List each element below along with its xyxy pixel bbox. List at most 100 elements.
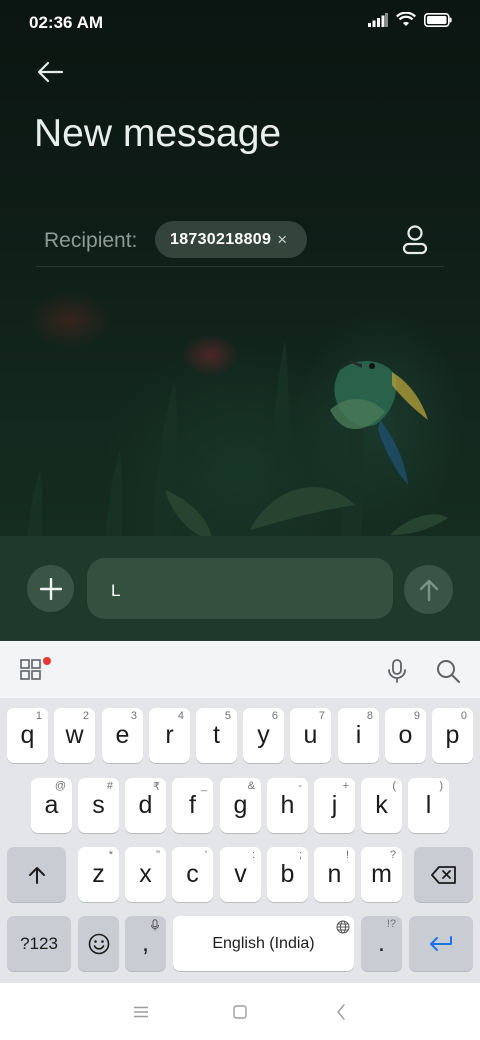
chip-close-icon[interactable]: × [277, 231, 287, 248]
enter-icon [430, 935, 452, 951]
contact-picker-button[interactable] [400, 224, 430, 256]
globe-icon [336, 920, 350, 934]
key-r[interactable]: r4 [149, 708, 190, 763]
key-label: d [138, 791, 153, 819]
key-hint: ( [392, 780, 396, 792]
key-label: u [303, 721, 318, 749]
key-hint: : [251, 849, 255, 861]
key-z[interactable]: z * [78, 847, 119, 902]
recipient-chip-value: 18730218809 [170, 230, 272, 248]
shift-key[interactable] [7, 847, 66, 902]
key-hint: 2 [82, 710, 89, 722]
key-y[interactable]: y6 [243, 708, 284, 763]
key-label: . [378, 929, 385, 957]
send-button[interactable] [404, 565, 453, 614]
system-nav-bar [0, 983, 480, 1040]
key-o[interactable]: o9 [385, 708, 426, 763]
key-f[interactable]: f _ [172, 778, 213, 833]
key-l[interactable]: l) [408, 778, 449, 833]
recipient-chip[interactable]: 18730218809 × [155, 221, 307, 258]
key-label: English (India) [212, 934, 315, 952]
key-label: v [234, 860, 247, 888]
key-label: c [186, 860, 199, 888]
symbols-key[interactable]: ?123 [7, 916, 71, 971]
search-icon [437, 660, 460, 683]
key-p[interactable]: p0 [432, 708, 473, 763]
key-hint: ; [298, 849, 302, 861]
add-attachment-button[interactable] [27, 565, 74, 612]
key-label: e [115, 721, 130, 749]
key-hint: _ [200, 780, 207, 792]
battery-icon [424, 13, 452, 27]
key-h[interactable]: h- [267, 778, 308, 833]
key-label: q [20, 721, 35, 749]
notification-dot [43, 657, 51, 665]
key-u[interactable]: u7 [290, 708, 331, 763]
key-i[interactable]: i8 [338, 708, 379, 763]
key-hint: 8 [366, 710, 373, 722]
key-hint: ₹ [153, 781, 160, 793]
key-label: m [371, 860, 392, 888]
key-hint: ! [345, 849, 349, 861]
period-key[interactable]: . !? [361, 916, 402, 971]
enter-key[interactable] [409, 916, 473, 971]
key-hint: 1 [35, 710, 42, 722]
backspace-key[interactable] [414, 847, 473, 902]
key-e[interactable]: e3 [102, 708, 143, 763]
key-label: l [425, 791, 432, 819]
key-hint: * [108, 849, 113, 861]
signal-icon [368, 13, 388, 27]
key-label: r [165, 721, 174, 749]
key-label: t [213, 721, 220, 749]
key-label: f [189, 791, 196, 819]
key-d[interactable]: d ₹ [125, 778, 166, 833]
system-back-button[interactable] [329, 1001, 353, 1023]
key-label: w [65, 721, 84, 749]
key-hint: # [106, 780, 113, 792]
key-label: j [331, 791, 338, 819]
contact-icon [402, 225, 428, 255]
key-k[interactable]: k( [361, 778, 402, 833]
key-label: n [327, 860, 342, 888]
key-label: o [398, 721, 413, 749]
comma-key[interactable]: , [125, 916, 166, 971]
voice-input-button[interactable] [385, 658, 409, 684]
key-m[interactable]: m? [361, 847, 402, 902]
key-label: , [142, 929, 149, 957]
space-key[interactable]: English (India) [173, 916, 354, 971]
key-n[interactable]: n! [314, 847, 355, 902]
key-j[interactable]: j + [314, 778, 355, 833]
apps-grid-icon [20, 659, 41, 680]
key-w[interactable]: w2 [54, 708, 95, 763]
back-button[interactable] [30, 54, 70, 90]
menu-icon [134, 1006, 148, 1018]
key-g[interactable]: g & [220, 778, 261, 833]
message-input[interactable]: L [87, 558, 393, 619]
key-hint: 4 [177, 710, 184, 722]
key-label: s [92, 791, 105, 819]
key-x[interactable]: x " [125, 847, 166, 902]
emoji-key[interactable] [78, 916, 119, 971]
home-button[interactable] [228, 1001, 252, 1023]
key-hint: 0 [460, 710, 467, 722]
status-icons [368, 12, 452, 28]
key-c[interactable]: c ' [172, 847, 213, 902]
keyboard: q1 w2 e3 r4 t5 y6 u7 i8 o9 p0 a @ s # d ₹ f… [0, 698, 480, 983]
key-s[interactable]: s # [78, 778, 119, 833]
backspace-icon [430, 865, 456, 884]
key-hint: ' [204, 849, 207, 861]
key-hint: 3 [130, 710, 137, 722]
key-q[interactable]: q1 [7, 708, 48, 763]
key-label: h [280, 791, 295, 819]
keyboard-search-button[interactable] [435, 658, 461, 684]
key-hint: !? [386, 918, 396, 930]
key-v[interactable]: v: [220, 847, 261, 902]
key-b[interactable]: b; [267, 847, 308, 902]
key-hint: @ [54, 780, 66, 792]
shift-icon [28, 866, 45, 884]
recents-button[interactable] [129, 1001, 153, 1023]
key-a[interactable]: a @ [31, 778, 72, 833]
key-label: b [280, 860, 295, 888]
key-t[interactable]: t5 [196, 708, 237, 763]
keyboard-apps-button[interactable] [20, 659, 44, 681]
